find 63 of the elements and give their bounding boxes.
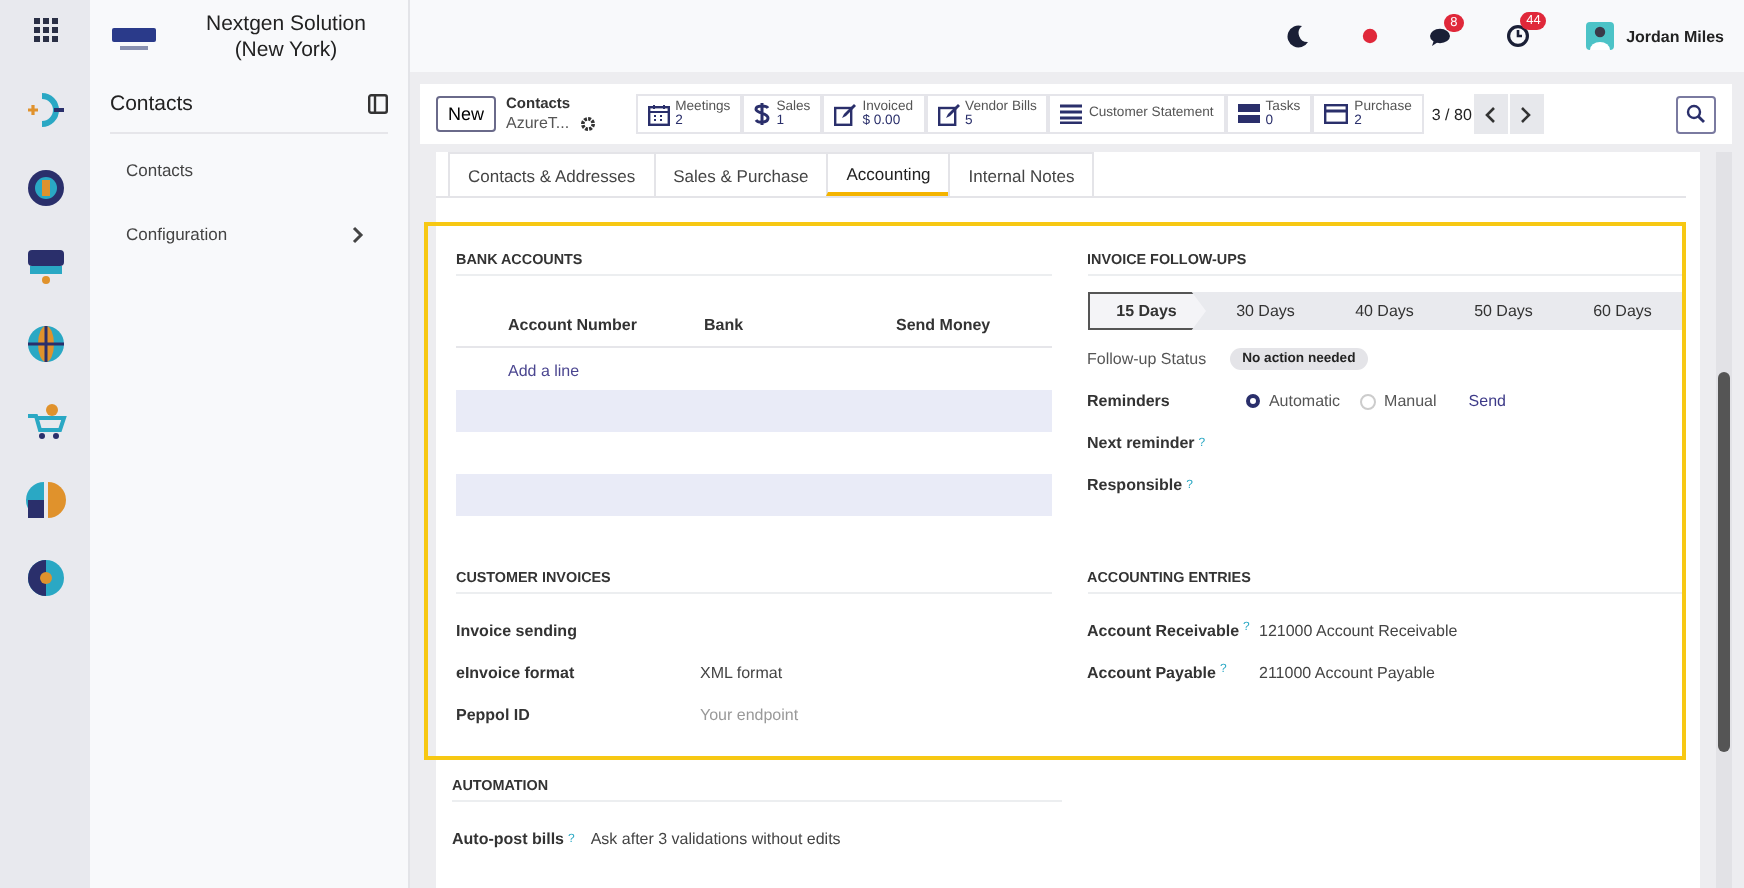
- sidebar-title: Contacts: [110, 92, 193, 116]
- stand-icon[interactable]: [23, 244, 67, 288]
- form-tab[interactable]: Accounting: [826, 152, 951, 196]
- field-value[interactable]: Ask after 3 validations without edits: [590, 830, 841, 848]
- field-label: Peppol ID: [456, 706, 532, 724]
- moon-icon[interactable]: [1286, 24, 1311, 48]
- list-icon: [1060, 104, 1083, 124]
- chat-icon[interactable]: [1430, 25, 1455, 47]
- column-header: Account Number: [508, 316, 639, 334]
- new-button[interactable]: New: [436, 96, 497, 132]
- scrollbar[interactable]: [1716, 152, 1732, 888]
- form-tab[interactable]: Contacts & Addresses: [448, 152, 656, 196]
- field-value[interactable]: 211000 Account Payable: [1259, 664, 1435, 682]
- company-name: Nextgen Solution (New York): [204, 12, 368, 64]
- field-label: Account Receivable: [1087, 622, 1240, 640]
- calendar-icon: [647, 103, 670, 125]
- pager-text: 3 / 80: [1431, 105, 1472, 123]
- radio-label[interactable]: Automatic: [1268, 392, 1341, 410]
- follow-up-step[interactable]: 60 Days: [1563, 292, 1682, 330]
- chevron-right-icon: [1520, 105, 1533, 123]
- plus-minus-icon[interactable]: [23, 88, 67, 132]
- follow-up-step[interactable]: 15 Days: [1087, 292, 1206, 330]
- field-label: Auto-post bills: [452, 830, 564, 848]
- field-label: Invoice sending: [456, 622, 579, 640]
- search-icon: [1686, 104, 1706, 124]
- dollar-icon: [754, 102, 771, 126]
- field-label: Account Payable: [1087, 664, 1216, 682]
- sidebar-item[interactable]: Contacts: [110, 142, 388, 198]
- user-name[interactable]: Jordan Miles: [1626, 27, 1724, 45]
- add-line-link[interactable]: Add a line: [508, 362, 580, 380]
- field-label: eInvoice format: [456, 664, 577, 682]
- radio-button[interactable]: [1245, 393, 1261, 409]
- field-label: Reminders: [1087, 392, 1170, 410]
- edit-icon: [834, 103, 857, 125]
- clock-icon[interactable]: [1506, 24, 1531, 48]
- field-label: Follow-up Status: [1087, 350, 1207, 368]
- search-panel-button[interactable]: [1676, 95, 1716, 133]
- cart-icon[interactable]: [23, 400, 67, 444]
- follow-up-step[interactable]: 40 Days: [1325, 292, 1444, 330]
- panel-toggle-icon[interactable]: [368, 94, 388, 114]
- app-grid-icon[interactable]: [33, 18, 57, 42]
- tasks-icon: [1237, 104, 1260, 124]
- form-tab[interactable]: Internal Notes: [948, 152, 1095, 196]
- radio-label[interactable]: Manual: [1384, 392, 1437, 410]
- field-label: Responsible: [1087, 476, 1183, 494]
- next-button[interactable]: [1509, 94, 1544, 134]
- credit-card-icon: [1324, 104, 1349, 124]
- follow-up-step[interactable]: 30 Days: [1206, 292, 1325, 330]
- send-link[interactable]: Send: [1468, 392, 1506, 410]
- chevron-left-icon: [1484, 105, 1497, 123]
- field-value[interactable]: 121000 Account Receivable: [1259, 622, 1458, 640]
- field-label: Next reminder: [1087, 434, 1195, 452]
- record-name: AzureT...: [506, 114, 570, 134]
- sidebar-item[interactable]: Configuration: [110, 206, 388, 262]
- globe-icon[interactable]: [23, 322, 67, 366]
- status-dot-icon[interactable]: [1362, 28, 1379, 44]
- avatar-silhouette[interactable]: [1586, 22, 1615, 50]
- edit-icon: [937, 103, 960, 125]
- previous-button[interactable]: [1473, 94, 1508, 134]
- column-header: Send Money: [896, 316, 991, 334]
- follow-up-step[interactable]: 50 Days: [1444, 292, 1563, 330]
- field-value[interactable]: XML format: [700, 664, 783, 682]
- column-header: Bank: [704, 316, 746, 334]
